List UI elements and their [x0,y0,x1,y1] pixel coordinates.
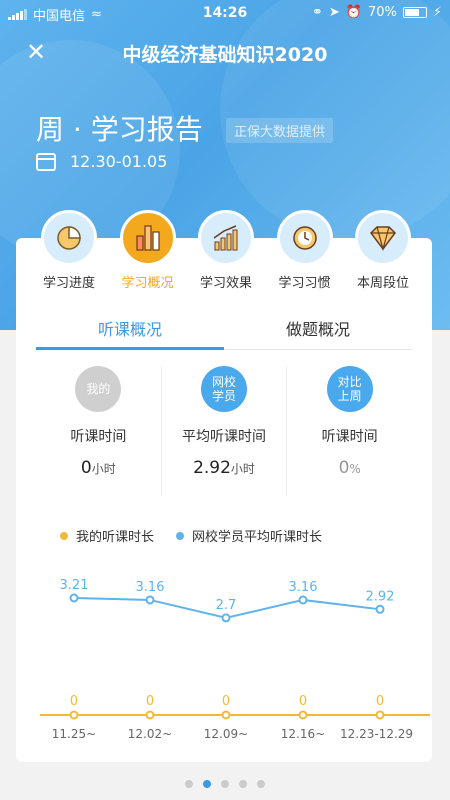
category-progress[interactable]: 学习进度 [30,210,108,291]
bar-chart-icon [119,210,176,266]
stat-week-compare: 对比上周 听课时间 0% [287,366,412,496]
category-rank[interactable]: 本周段位 [344,210,422,291]
stat-icon-badge: 网校学员 [201,366,247,412]
category-habit[interactable]: 学习习惯 [266,210,344,291]
x-tick-label: 11.25~ [52,727,96,741]
orientation-lock-icon: ⚭ [311,5,323,20]
x-tick-label: 12.16~ [281,727,325,741]
page-dot[interactable] [185,780,193,788]
page-dot[interactable] [221,780,229,788]
data-label-mine: 0 [70,694,78,709]
date-range-row: 12.30-01.05 [36,152,167,171]
legend-label: 网校学员平均听课时长 [192,530,323,545]
page-dot[interactable] [257,780,265,788]
location-icon: ➤ [328,5,340,20]
stat-my-time: 我的 听课时间 0小时 [36,366,162,496]
page-dot[interactable] [203,780,211,788]
data-label-mine: 0 [146,694,154,709]
data-label-average: 3.16 [136,580,165,595]
category-label: 本周段位 [356,276,409,291]
point-average [377,606,384,613]
stat-unit: 小时 [230,462,255,476]
report-title: 周 · 学习报告 [36,113,203,146]
x-tick-label: 12.23-12.29 [340,727,413,741]
tab-listening[interactable]: 听课概况 [36,312,224,350]
legend-item-average: 网校学员平均听课时长 [176,526,322,545]
status-right: ⚭ ➤ ⏰ 70% ⚡ [312,5,442,20]
pie-chart-icon [41,210,97,266]
legend-label: 我的听课时长 [76,530,155,545]
stat-average-time: 网校学员 平均听课时间 2.92小时 [162,366,288,496]
point-mine [71,712,78,719]
stat-label: 听课时间 [321,429,378,445]
stat-value-block: 0小时 [81,458,116,478]
data-label-average: 3.16 [289,580,318,595]
stat-icon-badge: 我的 [75,366,122,412]
legend-dot [176,531,185,540]
stat-unit: 小时 [91,462,116,476]
stat-value: 2.92 [193,458,231,478]
diamond-icon [355,210,411,266]
data-label-mine: 0 [222,694,230,709]
stat-value-block: 0% [339,458,361,478]
stat-unit: % [349,462,361,476]
category-label: 学习概况 [121,276,174,291]
category-label: 学习效果 [199,276,252,291]
stats-row: 我的 听课时间 0小时 网校学员 平均听课时间 2.92小时 对比上周 听课时间… [36,366,412,496]
point-average [147,596,154,603]
point-mine [300,712,307,719]
category-overview[interactable]: 学习概况 [109,210,187,291]
data-label-mine: 0 [376,694,384,709]
nav-bar: ✕ 中级经济基础知识2020 [0,30,450,74]
data-label-average: 3.21 [60,578,89,593]
calendar-icon [36,152,56,171]
x-tick-label: 12.02~ [128,727,172,741]
legend-item-mine: 我的听课时长 [60,526,154,545]
stat-value: 0 [338,458,350,478]
tab-bar: 听课概况 做题概况 [36,312,412,350]
growth-chart-icon [198,210,254,266]
stat-value-block: 2.92小时 [193,458,255,478]
data-label-average: 2.7 [216,598,237,613]
page-dot[interactable] [239,780,247,788]
page-indicator [0,780,450,788]
category-label: 学习进度 [42,276,95,291]
legend-dot [60,531,68,540]
battery-fill [404,9,419,16]
tab-exercises[interactable]: 做题概况 [224,312,412,349]
data-source-badge: 正保大数据提供 [226,118,334,143]
data-label-mine: 0 [299,694,307,709]
point-mine [147,712,154,719]
point-average [300,596,307,603]
alarm-icon: ⏰ [345,5,362,20]
x-tick-label: 12.09~ [204,727,248,741]
stat-value: 0 [80,458,92,478]
stat-icon-badge: 对比上周 [326,366,373,412]
category-label: 学习习惯 [278,276,331,291]
charging-icon: ⚡ [432,5,442,20]
category-effect[interactable]: 学习效果 [187,210,265,291]
battery-icon [402,7,427,18]
category-nav: 学习进度 学习概况 学习效果 学习习惯 本周段位 [30,210,422,291]
data-label-average: 2.92 [366,589,395,604]
chart-legend: 我的听课时长 网校学员平均听课时长 [60,526,322,545]
clock-icon [276,210,333,266]
line-chart: 3.21 3.16 2.7 3.16 2.92 0 0 0 0 0 11.25~ 12.02~ 12.0… [0,560,450,750]
status-bar: 中国电信 ≈ 14:26 ⚭ ➤ ⏰ 70% ⚡ [0,0,450,26]
point-mine [223,712,230,719]
page-title: 中级经济基础知识2020 [122,44,328,66]
stat-label: 听课时间 [70,429,127,445]
point-mine [377,712,384,719]
date-range: 12.30-01.05 [70,152,168,171]
battery-percent: 70% [367,5,397,20]
stat-label: 平均听课时间 [182,429,266,445]
point-average [223,614,230,621]
point-average [71,595,78,602]
